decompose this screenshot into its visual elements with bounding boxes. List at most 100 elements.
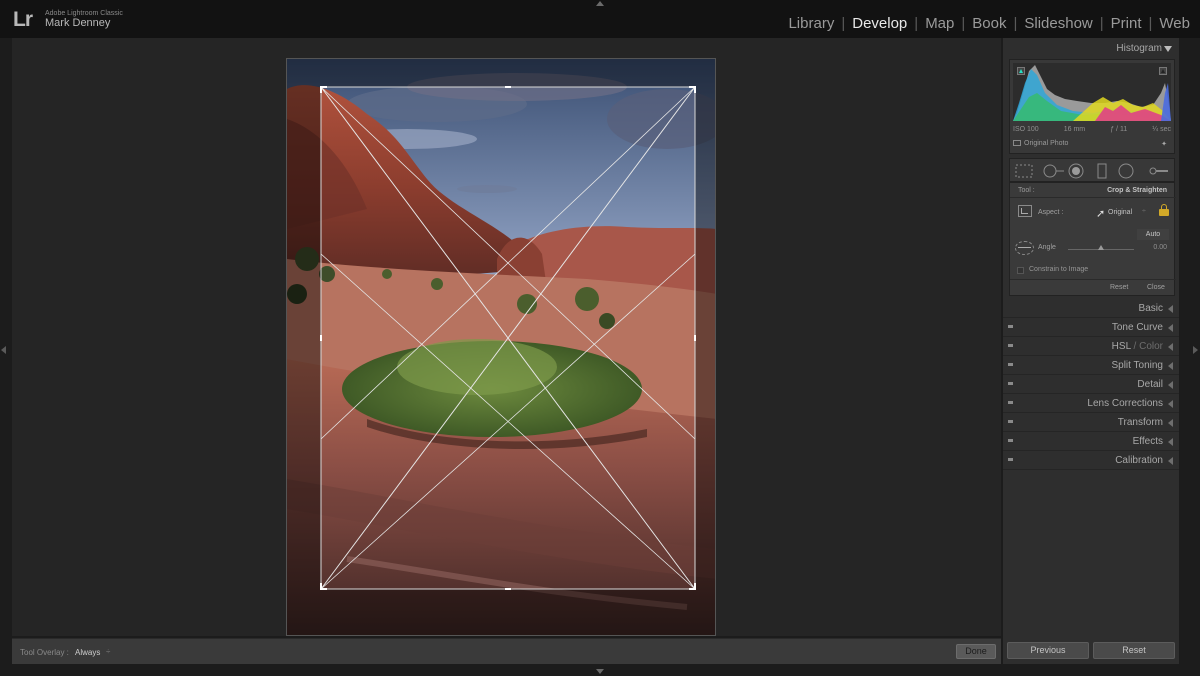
aspect-caret-icon[interactable]: ÷ [1142, 208, 1146, 215]
tool-overlay-caret-icon[interactable]: ÷ [106, 647, 110, 656]
panel-switch-icon[interactable] [1008, 344, 1013, 347]
show-top-panel-arrow-icon[interactable] [596, 1, 604, 6]
exif-info: ISO 100 16 mm ƒ / 11 ¼ sec [1013, 126, 1171, 133]
photo-with-crop-overlay[interactable] [286, 58, 716, 636]
radial-filter-tool-icon[interactable] [1118, 163, 1134, 179]
panel-switch-icon[interactable] [1008, 401, 1013, 404]
tool-overlay-label: Tool Overlay : [20, 648, 69, 657]
original-photo-row: Original Photo ✦ [1013, 140, 1171, 148]
module-develop[interactable]: Develop [850, 15, 909, 32]
module-slideshow[interactable]: Slideshow [1022, 15, 1094, 32]
user-name: Mark Denney [45, 17, 111, 29]
panel-transform[interactable]: Transform [1003, 413, 1179, 432]
graduated-filter-tool-icon[interactable] [1097, 163, 1107, 179]
reset-button[interactable]: Reset [1093, 642, 1175, 659]
lock-body [1159, 209, 1169, 216]
section-label: Effects [1132, 436, 1163, 447]
module-map[interactable]: Map [923, 15, 956, 32]
module-library[interactable]: Library [786, 15, 836, 32]
expand-triangle-icon[interactable] [1168, 400, 1173, 408]
aspect-select[interactable]: Original [1108, 209, 1132, 216]
expand-triangle-icon[interactable] [1168, 457, 1173, 465]
hsl-tab[interactable]: HSL [1112, 341, 1131, 352]
expand-triangle-icon[interactable] [1168, 343, 1173, 351]
mouse-cursor-icon: ➚ [1096, 208, 1106, 220]
shadow-clipping-icon[interactable] [1017, 67, 1025, 75]
aspect-lock-icon[interactable] [1158, 204, 1170, 218]
panel-basic[interactable]: Basic [1003, 299, 1179, 318]
panel-effects[interactable]: Effects [1003, 432, 1179, 451]
divider [1010, 197, 1176, 198]
section-label: Transform [1117, 417, 1163, 428]
panel-switch-icon[interactable] [1008, 458, 1013, 461]
show-right-panel-arrow-icon[interactable] [1193, 346, 1198, 354]
adjustment-brush-tool-icon[interactable] [1149, 167, 1168, 175]
module-separator: | [841, 15, 846, 32]
focal-length-value: 16 mm [1063, 126, 1086, 133]
constrain-to-image-checkbox[interactable] [1017, 267, 1024, 274]
crop-close-button[interactable]: Close [1147, 284, 1165, 291]
module-separator: | [1148, 15, 1153, 32]
app-name: Adobe Lightroom Classic [45, 10, 123, 17]
constrain-to-image-label[interactable]: Constrain to Image [1029, 266, 1088, 273]
image-canvas [12, 38, 1001, 636]
straighten-level-icon[interactable] [1015, 241, 1034, 255]
auto-straighten-button[interactable]: Auto [1137, 229, 1169, 240]
histogram-header[interactable]: Histogram [1003, 41, 1179, 57]
expand-triangle-icon[interactable] [1168, 419, 1173, 427]
angle-slider-thumb[interactable] [1098, 245, 1104, 250]
panel-switch-icon[interactable] [1008, 382, 1013, 385]
expand-triangle-icon[interactable] [1168, 305, 1173, 313]
histogram-curves [1013, 65, 1171, 121]
tool-strip [1009, 158, 1175, 182]
module-book[interactable]: Book [970, 15, 1008, 32]
expand-triangle-icon[interactable] [1168, 324, 1173, 332]
shutter-value: ¼ sec [1152, 126, 1171, 133]
panel-switch-icon[interactable] [1008, 325, 1013, 328]
crop-overlay-tool-icon[interactable] [1015, 164, 1033, 178]
expand-triangle-icon[interactable] [1168, 362, 1173, 370]
show-filmstrip-arrow-icon[interactable] [596, 669, 604, 674]
desert-landscape-photo [287, 59, 715, 635]
panel-calibration[interactable]: Calibration [1003, 451, 1179, 470]
module-separator: | [1013, 15, 1018, 32]
panel-split-toning[interactable]: Split Toning [1003, 356, 1179, 375]
aspect-label: Aspect : [1038, 209, 1064, 216]
done-button[interactable]: Done [956, 644, 996, 659]
highlight-clipping-icon[interactable] [1159, 67, 1167, 75]
tool-value: Crop & Straighten [1107, 187, 1167, 194]
crop-straighten-panel: Tool : Crop & Straighten Aspect : ➚ Orig… [1009, 182, 1176, 296]
crop-frame-icon[interactable] [1018, 205, 1032, 217]
panel-lens-corrections[interactable]: Lens Corrections [1003, 394, 1179, 413]
spot-removal-tool-icon[interactable] [1043, 164, 1064, 178]
red-eye-tool-icon[interactable] [1068, 163, 1084, 179]
module-picker: Library | Develop | Map | Book | Slidesh… [786, 15, 1192, 32]
panel-hsl-color[interactable]: HSL / Color [1003, 337, 1179, 356]
color-tab[interactable]: / Color [1131, 341, 1163, 352]
right-panel-footer: Previous Reset [1003, 638, 1179, 664]
crop-reset-button[interactable]: Reset [1110, 284, 1128, 291]
tool-overlay-select[interactable]: Always [75, 648, 100, 657]
expand-triangle-icon[interactable] [1168, 438, 1173, 446]
expand-triangle-icon[interactable] [1168, 381, 1173, 389]
panel-switch-icon[interactable] [1008, 439, 1013, 442]
panel-detail[interactable]: Detail [1003, 375, 1179, 394]
panel-switch-icon[interactable] [1008, 363, 1013, 366]
panel-switch-icon[interactable] [1008, 420, 1013, 423]
original-photo-icon [1013, 140, 1021, 146]
toolbar: Tool Overlay : Always ÷ Done [12, 638, 1001, 664]
histogram-graph[interactable] [1013, 63, 1171, 121]
original-photo-label: Original Photo [1024, 140, 1069, 147]
module-web[interactable]: Web [1157, 15, 1192, 32]
section-label: Tone Curve [1111, 322, 1163, 333]
tool-strip-icons [1015, 163, 1168, 179]
show-left-panel-arrow-icon[interactable] [1, 346, 6, 354]
previous-button[interactable]: Previous [1007, 642, 1089, 659]
panel-tone-curve[interactable]: Tone Curve [1003, 318, 1179, 337]
collapse-triangle-icon[interactable] [1164, 46, 1172, 52]
module-print[interactable]: Print [1109, 15, 1144, 32]
section-label: Calibration [1115, 455, 1163, 466]
angle-value[interactable]: 0.00 [1153, 244, 1167, 251]
histogram-title: Histogram [1116, 43, 1162, 54]
histogram-panel: ISO 100 16 mm ƒ / 11 ¼ sec Original Phot… [1009, 59, 1175, 154]
